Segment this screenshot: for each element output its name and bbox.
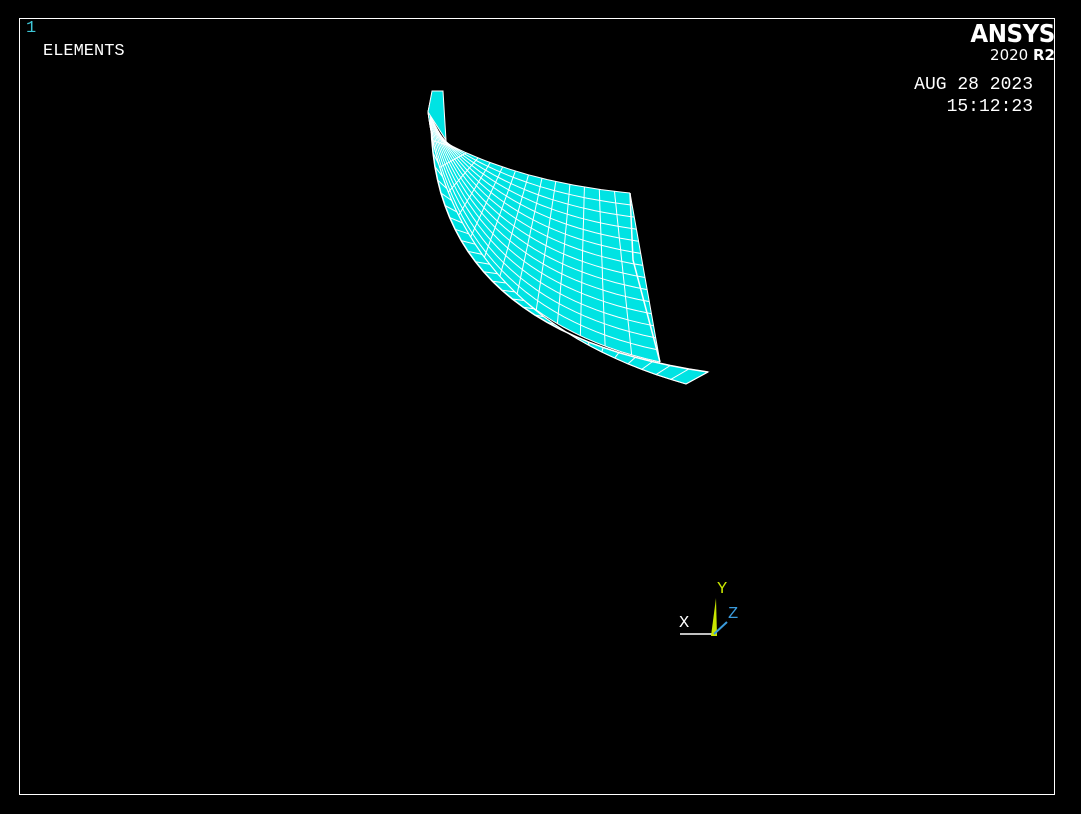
triad-z-label: Z — [728, 605, 738, 624]
element-mesh[interactable] — [427, 90, 710, 385]
triad-x-label: X — [679, 614, 689, 633]
coordinate-triad: X Y Z — [679, 580, 738, 636]
triad-y-label: Y — [717, 580, 727, 599]
triad-y-axis — [711, 598, 717, 636]
model-display: X Y Z — [427, 90, 738, 636]
graphics-viewport[interactable]: 1 ELEMENTS AUG 28 2023 15:12:23 ANSYS 20… — [0, 0, 1081, 814]
